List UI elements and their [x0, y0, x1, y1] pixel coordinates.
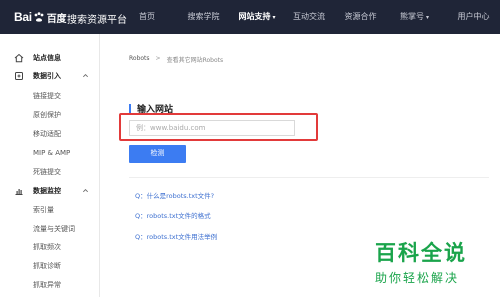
sidebar-item-label: 数据引入 — [33, 72, 61, 80]
data-import-icon — [14, 71, 24, 81]
nav-item-label: 资源合作 — [344, 12, 377, 21]
nav-item[interactable]: 搜索学院 — [176, 0, 231, 34]
chevron-down-icon: ▾ — [272, 14, 276, 21]
sidebar-item[interactable]: 移动适配 — [0, 126, 100, 142]
sidebar-item-label: 原创保护 — [33, 111, 61, 119]
nav-item-label: 首页 — [139, 12, 155, 21]
sidebar-group[interactable]: 数据引入 — [0, 68, 100, 84]
nav-item[interactable]: 网站支持 ▾ — [231, 0, 283, 34]
sidebar-item-label: MIP & AMP — [33, 149, 71, 157]
sidebar-group[interactable]: 站点信息 — [0, 50, 100, 66]
breadcrumb-separator: > — [155, 55, 161, 62]
sidebar-item[interactable]: 原创保护 — [0, 107, 100, 123]
watermark: 百科全说 助你轻松解决 — [375, 237, 495, 286]
nav-item[interactable]: 互动交流 — [283, 0, 335, 34]
sidebar-item-label: 死链提交 — [33, 168, 61, 176]
sidebar-item-label: 索引量 — [33, 206, 54, 214]
home-icon — [14, 53, 24, 63]
faq-link[interactable]: Q：什么是robots.txt文件? — [135, 190, 214, 200]
nav-item-label: 熊掌号 — [399, 12, 424, 21]
sidebar-item[interactable]: 死链提交 — [0, 164, 100, 180]
watermark-subtitle: 助你轻松解决 — [375, 271, 460, 285]
sidebar-group[interactable]: 数据监控 — [0, 183, 100, 199]
nav-item-label: 网站支持 — [238, 12, 271, 21]
chevron-up-icon[interactable] — [82, 72, 89, 81]
sidebar-item-label: 抓取异常 — [33, 281, 61, 289]
faq-link[interactable]: Q：robots.txt文件的格式 — [135, 210, 211, 220]
check-button[interactable]: 检测 — [129, 145, 186, 163]
logo-suffix: 百度 — [46, 13, 67, 25]
sidebar: 站点信息数据引入链接提交原创保护移动适配 MIP & AMP 死链提交数据监控索引量… — [0, 34, 100, 297]
logo-prefix: Bai — [14, 10, 32, 24]
breadcrumb-root[interactable]: Robots — [129, 55, 150, 64]
sidebar-item[interactable]: MIP & AMP — [0, 145, 100, 161]
main-nav: 首页 搜索学院 网站支持 ▾ 互动交流 资源合作 熊掌号 ▾ 用户中心 — [118, 0, 500, 34]
nav-item[interactable]: 首页 — [118, 0, 176, 34]
sidebar-item-label: 数据监控 — [33, 187, 61, 195]
sidebar-item-label: 流量与关键词 — [33, 225, 75, 233]
nav-item[interactable]: 资源合作 — [335, 0, 386, 34]
baidu-logo[interactable]: Bai 百度 — [14, 9, 66, 25]
sidebar-item-label: 站点信息 — [33, 54, 61, 62]
sidebar-item[interactable]: 抓取诊断 — [0, 258, 100, 274]
baidu-paw-icon — [33, 11, 45, 23]
sidebar-item-label: 移动适配 — [33, 130, 61, 138]
sidebar-item[interactable]: 抓取频次 — [0, 239, 100, 255]
nav-item-label: 互动交流 — [293, 12, 325, 21]
chevron-up-icon[interactable] — [82, 187, 89, 196]
sidebar-item-label: 抓取诊断 — [33, 262, 61, 270]
faq-link[interactable]: Q：robots.txt文件用法举例 — [135, 231, 217, 241]
website-url-input[interactable] — [129, 120, 295, 136]
sidebar-item[interactable]: 抓取异常 — [0, 277, 100, 293]
sidebar-item-label: 抓取频次 — [33, 243, 61, 251]
chevron-down-icon: ▾ — [425, 14, 429, 21]
divider — [129, 177, 489, 178]
breadcrumb-current: 查看其它网站Robots — [166, 57, 224, 64]
breadcrumb: Robots > 查看其它网站Robots — [129, 55, 223, 64]
watermark-title: 百科全说 — [375, 241, 467, 265]
nav-item-label: 用户中心 — [457, 12, 490, 21]
nav-item-label: 搜索学院 — [187, 12, 220, 21]
sidebar-item-label: 链接提交 — [33, 92, 61, 100]
sidebar-item[interactable]: 流量与关键词 — [0, 221, 100, 237]
title-accent-bar — [129, 104, 131, 113]
sidebar-item[interactable]: 链接提交 — [0, 88, 100, 104]
nav-item[interactable]: 用户中心 — [443, 0, 500, 34]
nav-item[interactable]: 熊掌号 ▾ — [386, 0, 443, 34]
top-navigation-bar: Bai 百度 搜索资源平台 首页 搜索学院 网站支持 ▾ 互动交流 资源合作 熊掌号 ▾ 用户中… — [0, 0, 500, 34]
chart-icon — [14, 186, 24, 196]
sidebar-item[interactable]: 索引量 — [0, 202, 100, 218]
